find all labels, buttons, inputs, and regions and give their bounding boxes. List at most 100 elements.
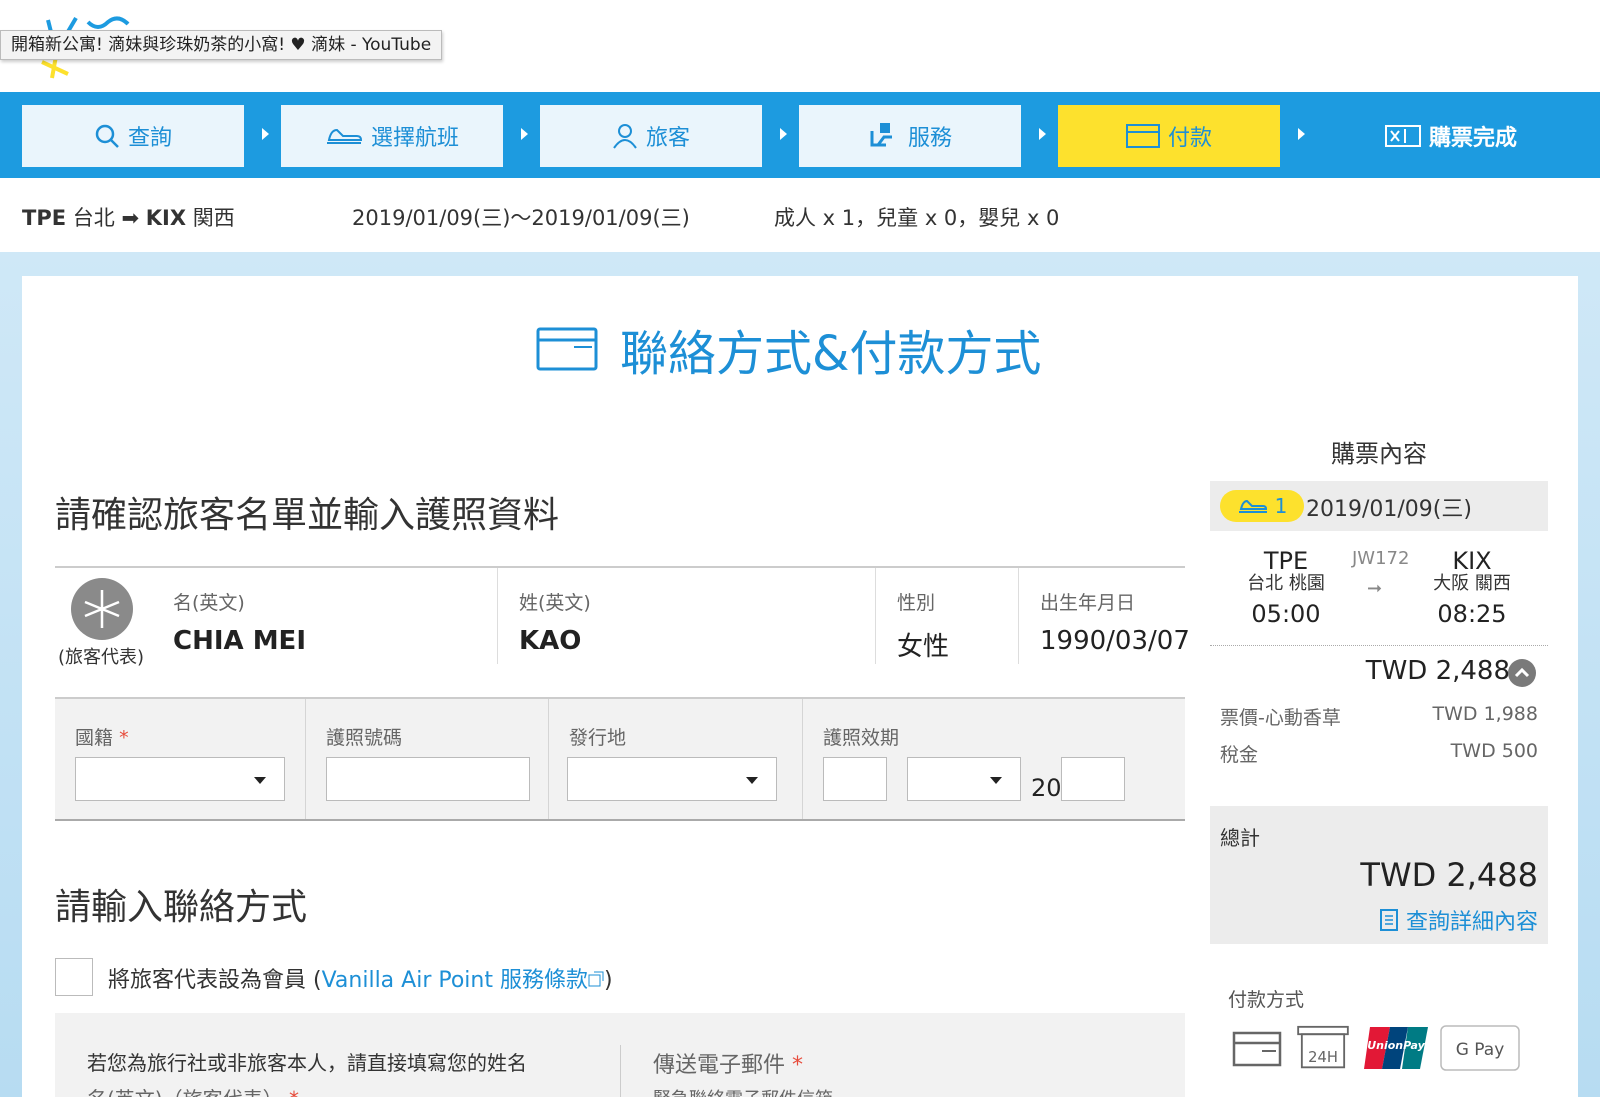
origin-code: TPE: [22, 206, 67, 230]
passenger-section-title: 請確認旅客名單並輸入護照資料: [55, 495, 560, 536]
step-arrow: [521, 128, 528, 140]
nationality-select[interactable]: [75, 757, 285, 801]
step-select-flight[interactable]: 選擇航班: [281, 105, 503, 167]
representative-label: (旅客代表): [57, 647, 145, 668]
terms-link[interactable]: Vanilla Air Point 服務條款: [322, 968, 588, 993]
step-search[interactable]: 查詢: [22, 105, 244, 167]
vanilla-flower-icon: [84, 590, 120, 628]
google-pay-icon[interactable]: G Pay: [1440, 1025, 1520, 1071]
chevron-down-icon: [990, 777, 1002, 784]
email-label: 傳送電子郵件 *: [653, 1053, 804, 1078]
segment-number: 1: [1274, 494, 1288, 518]
step-payment[interactable]: 付款: [1058, 105, 1280, 167]
divider: [620, 1045, 621, 1097]
top-header: 開箱新公寓! 滴妹與珍珠奶茶的小窩! ♥ 滴妹 - YouTube: [0, 0, 1600, 92]
step-label: 購票完成: [1428, 126, 1517, 151]
arrow-right-icon: ➞: [1367, 578, 1383, 599]
flight-date: 2019/01/09(三): [1306, 497, 1472, 522]
contact-section-title: 請輸入聯絡方式: [55, 887, 308, 928]
step-arrow: [262, 128, 269, 140]
step-passenger[interactable]: 旅客: [540, 105, 762, 167]
passport-expiry-field: 護照效期 20: [803, 699, 1185, 819]
subtotal-price: TWD 2,488: [1365, 656, 1510, 686]
destination-airport: KIX 大阪 關西 08:25: [1416, 548, 1528, 634]
destination-city: 大阪 關西: [1433, 573, 1511, 594]
fare-label: 票價-心動香草: [1220, 707, 1341, 729]
route-arrow-icon: ➡: [121, 206, 140, 230]
contact-name-label: 名(英文)（旅客代表） *: [87, 1083, 299, 1097]
contact-form: 若您為旅行社或非旅客本人，請直接填寫您的姓名 名(英文)（旅客代表） * 傳送電…: [55, 1013, 1185, 1097]
details-link[interactable]: 查詢詳細內容: [1379, 904, 1538, 936]
plane-icon: [326, 128, 362, 144]
dob-label: 出生年月日: [1040, 592, 1136, 614]
person-icon: [613, 124, 637, 149]
step-arrow: [780, 128, 787, 140]
gender-label: 性別: [897, 592, 936, 614]
destination-code: KIX: [145, 206, 187, 230]
google-pay-text: G Pay: [1456, 1040, 1505, 1060]
tax-value: TWD 500: [1450, 740, 1538, 762]
divider: [1210, 645, 1548, 646]
credit-card-payment-icon[interactable]: [1232, 1025, 1282, 1071]
collapse-icon[interactable]: [1508, 659, 1536, 687]
required-mark: *: [119, 727, 129, 749]
member-checkbox-text: 將旅客代表設為會員 (: [108, 968, 322, 993]
unionpay-icon[interactable]: UnionPay: [1362, 1025, 1430, 1071]
destination-city: 関西: [192, 206, 235, 230]
divider: [875, 568, 876, 664]
divider: [497, 568, 498, 664]
expiry-month-select[interactable]: [907, 757, 1021, 801]
passenger-count: 成人 x 1，兒童 x 0，嬰兒 x 0: [774, 206, 1060, 230]
unionpay-logo-text: UnionPay: [1367, 1039, 1425, 1052]
passport-form: 國籍 * 護照號碼 發行地 護照效期 20: [55, 697, 1185, 821]
browser-tooltip: 開箱新公寓! 滴妹與珍珠奶茶的小窩! ♥ 滴妹 - YouTube: [0, 30, 443, 60]
member-checkbox-label: 將旅客代表設為會員 (Vanilla Air Point 服務條款): [108, 962, 613, 994]
step-complete: 購票完成: [1340, 105, 1562, 167]
total-box: 總計 TWD 2,488 查詢詳細內容: [1210, 806, 1548, 944]
seat-icon: [870, 123, 892, 147]
search-icon: [95, 124, 119, 148]
payment-methods-title: 付款方式: [1228, 989, 1305, 1011]
step-label: 服務: [907, 126, 952, 151]
flight-segment-header: 1 2019/01/09(三): [1210, 481, 1548, 531]
step-arrow: [1298, 128, 1305, 140]
last-name-value: KAO: [519, 626, 582, 656]
step-label: 查詢: [127, 126, 172, 151]
page-title-text: 聯絡方式&付款方式: [620, 326, 1042, 382]
gender-value: 女性: [897, 632, 950, 662]
passenger-row: (旅客代表) 名(英文) CHIA MEI 姓(英文) KAO 性別 女性 出生…: [55, 566, 1190, 696]
tax-label: 稅金: [1220, 744, 1259, 766]
dob-value: 1990/03/07: [1040, 626, 1190, 656]
passport-number-input[interactable]: [326, 757, 530, 801]
origin-city: 台北: [72, 206, 115, 230]
email-sub-label: 緊急聯絡電子郵件信箱: [653, 1085, 833, 1097]
page-title: 聯絡方式&付款方式: [536, 314, 1041, 384]
expiry-year-input[interactable]: [1061, 757, 1125, 801]
issue-place-select[interactable]: [567, 757, 777, 801]
member-checkbox-suffix: ): [603, 968, 613, 993]
external-link-icon: [588, 971, 604, 987]
first-name-label: 名(英文): [173, 592, 245, 614]
member-checkbox[interactable]: [55, 958, 93, 996]
credit-card-icon: [536, 327, 598, 371]
departure-time: 05:00: [1251, 600, 1321, 628]
chevron-down-icon: [746, 777, 758, 784]
divider: [1018, 568, 1019, 664]
fare-value: TWD 1,988: [1432, 703, 1538, 725]
travel-dates: 2019/01/09(三)～2019/01/09(三): [352, 206, 690, 230]
expiry-day-input[interactable]: [823, 757, 887, 801]
issue-place-field: 發行地: [549, 699, 803, 819]
step-arrow: [1039, 128, 1046, 140]
chevron-down-icon: [254, 777, 266, 784]
issue-place-label: 發行地: [569, 727, 627, 749]
origin-code: TPE: [1263, 547, 1309, 575]
nationality-field: 國籍 *: [55, 699, 306, 819]
avatar: [71, 578, 133, 640]
expiry-year-prefix: 20: [1031, 774, 1062, 802]
flight-number: JW172: [1352, 548, 1410, 569]
convenience-store-24h-icon[interactable]: 24H: [1294, 1025, 1352, 1071]
step-service[interactable]: 服務: [799, 105, 1021, 167]
route-summary: TPE 台北 ➡ KIX 関西 2019/01/09(三)～2019/01/09…: [0, 178, 1600, 252]
total-label: 總計: [1220, 826, 1260, 850]
last-name-label: 姓(英文): [519, 592, 591, 614]
